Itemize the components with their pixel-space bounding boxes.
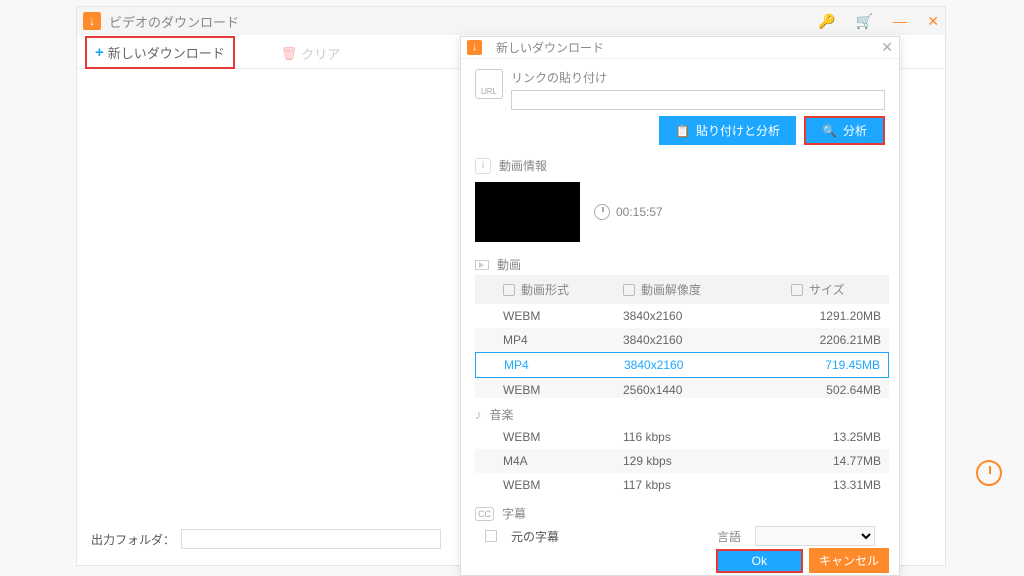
cell-format: WEBM [503, 383, 623, 397]
col-resolution: 動画解像度 [641, 281, 701, 298]
table-row[interactable]: M4A129 kbps14.77MB [475, 449, 889, 473]
cell-resolution: 117 kbps [623, 478, 791, 492]
video-table: 動画形式 動画解像度 サイズ WEBM3840x21601291.20MBMP4… [475, 275, 889, 398]
new-download-button[interactable]: + 新しいダウンロード [89, 39, 231, 66]
table-row[interactable]: MP43840x2160719.45MB [475, 352, 889, 378]
cell-size: 1291.20MB [791, 309, 881, 323]
size-icon [791, 284, 803, 296]
output-folder-input[interactable] [181, 529, 441, 549]
clock-icon [594, 204, 610, 220]
table-row[interactable]: MP43840x21602206.21MB [475, 328, 889, 352]
dialog-titlebar: ↓ 新しいダウンロード ✕ [461, 37, 899, 59]
url-icon: URL [475, 69, 503, 99]
search-icon: 🔍 [822, 124, 837, 138]
minimize-button[interactable]: — [893, 13, 907, 29]
original-sub-label: 元の字幕 [511, 528, 559, 545]
main-titlebar: ↓ ビデオのダウンロード 🔑 🛒 — ✕ [77, 7, 945, 35]
cell-size: 13.31MB [791, 478, 881, 492]
cell-size: 2206.21MB [791, 333, 881, 347]
clear-label: クリア [301, 44, 340, 63]
analyze-button[interactable]: 🔍 分析 [804, 116, 885, 145]
table-row[interactable]: WEBM2560x1440502.64MB [475, 378, 889, 398]
subtitles-header: 字幕 [502, 505, 526, 522]
app-title: ビデオのダウンロード [109, 12, 818, 31]
paste-icon: 📋 [675, 124, 690, 138]
resolution-icon [623, 284, 635, 296]
output-folder-label: 出力フォルダ： [91, 531, 175, 548]
cell-format: WEBM [503, 430, 623, 444]
subtitles-icon: CC [475, 507, 494, 521]
paste-analyze-label: 貼り付けと分析 [696, 122, 780, 139]
music-section-icon: ♪ [475, 407, 482, 422]
video-duration: 00:15:57 [616, 205, 663, 219]
video-thumbnail [475, 182, 580, 242]
col-size: サイズ [809, 281, 845, 298]
original-sub-checkbox[interactable] [485, 530, 497, 542]
dialog-app-icon: ↓ [467, 40, 482, 55]
scheduler-icon[interactable] [976, 460, 1002, 486]
cart-icon[interactable]: 🛒 [856, 13, 873, 30]
cell-resolution: 129 kbps [623, 454, 791, 468]
cell-resolution: 3840x2160 [624, 358, 790, 372]
cell-format: MP4 [503, 333, 623, 347]
cell-size: 719.45MB [790, 358, 880, 372]
cell-size: 14.77MB [791, 454, 881, 468]
language-label: 言語 [717, 528, 741, 545]
video-info-header: 動画情報 [499, 157, 547, 174]
ok-button[interactable]: Ok [716, 549, 803, 573]
key-icon[interactable]: 🔑 [818, 13, 835, 30]
close-button[interactable]: ✕ [927, 13, 939, 30]
cell-resolution: 2560x1440 [623, 383, 791, 397]
dialog-close-button[interactable]: ✕ [881, 39, 893, 56]
trash-icon: 🗑 [281, 46, 298, 62]
cell-format: WEBM [503, 309, 623, 323]
new-download-label: 新しいダウンロード [108, 43, 225, 62]
video-section-header: 動画 [497, 256, 521, 273]
plus-icon: + [95, 44, 104, 61]
paste-link-label: リンクの貼り付け [511, 69, 885, 86]
cell-format: M4A [503, 454, 623, 468]
cell-size: 13.25MB [791, 430, 881, 444]
cell-resolution: 3840x2160 [623, 309, 791, 323]
info-icon: i [475, 158, 491, 174]
cancel-button[interactable]: キャンセル [809, 548, 889, 573]
new-download-dialog: ↓ 新しいダウンロード ✕ URL リンクの貼り付け 📋 貼り付けと分析 🔍 分… [460, 36, 900, 576]
table-row[interactable]: WEBM3840x21601291.20MB [475, 304, 889, 328]
format-icon [503, 284, 515, 296]
paste-analyze-button[interactable]: 📋 貼り付けと分析 [659, 116, 796, 145]
cell-resolution: 3840x2160 [623, 333, 791, 347]
cell-format: MP4 [504, 358, 624, 372]
audio-section-header: 音楽 [490, 406, 514, 423]
cell-size: 502.64MB [791, 383, 881, 397]
output-folder-row: 出力フォルダ： [91, 529, 441, 549]
clear-button[interactable]: 🗑 クリア [275, 40, 347, 67]
table-row[interactable]: WEBM116 kbps13.25MB [475, 425, 889, 449]
dialog-title: 新しいダウンロード [496, 39, 881, 56]
analyze-label: 分析 [843, 122, 867, 139]
cell-resolution: 116 kbps [623, 430, 791, 444]
col-format: 動画形式 [521, 281, 569, 298]
url-input[interactable] [511, 90, 885, 110]
highlight-new-download: + 新しいダウンロード [85, 36, 235, 69]
video-section-icon [475, 260, 489, 270]
language-select[interactable] [755, 526, 875, 546]
cell-format: WEBM [503, 478, 623, 492]
app-icon: ↓ [83, 12, 101, 30]
audio-table: WEBM116 kbps13.25MBM4A129 kbps14.77MBWEB… [475, 425, 889, 497]
table-row[interactable]: WEBM117 kbps13.31MB [475, 473, 889, 497]
